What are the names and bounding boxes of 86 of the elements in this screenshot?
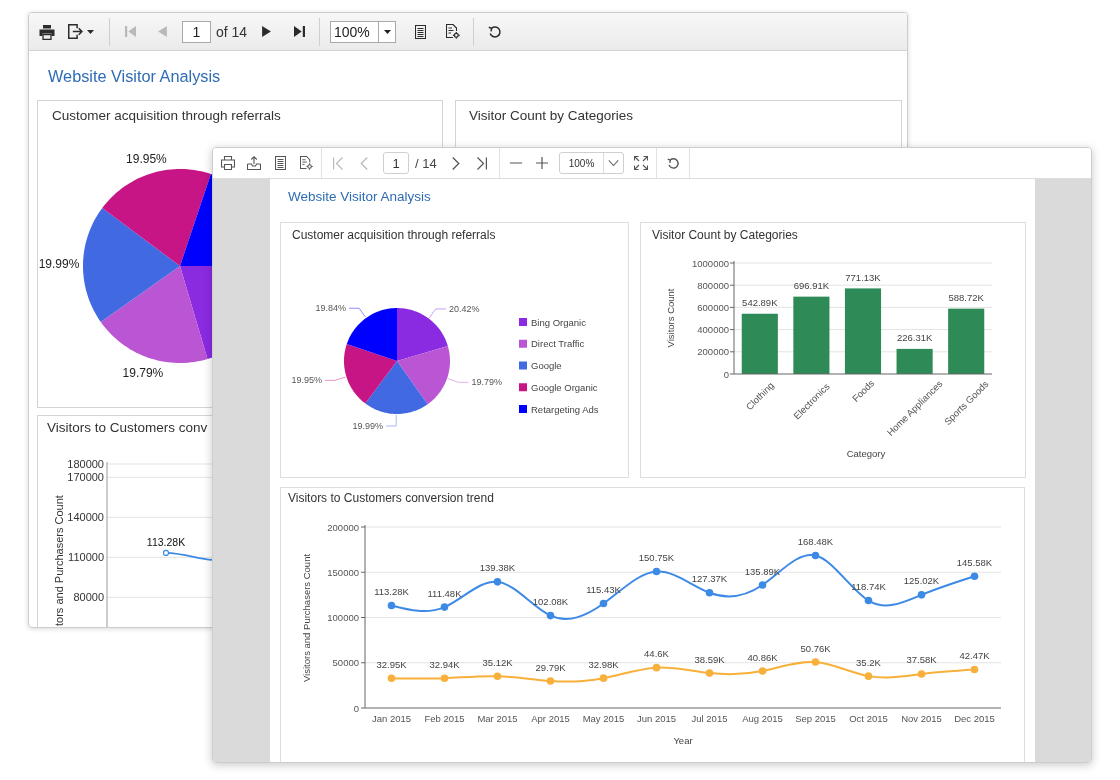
axis-tick-label: 400000 (697, 324, 729, 336)
data-label: 113.28K (146, 535, 186, 548)
axis-title: Year (673, 734, 693, 746)
data-label: 38.59K (694, 653, 725, 665)
data-label: 19.99% (38, 257, 80, 272)
axis-tick-label: 100000 (327, 612, 359, 623)
data-label: 42.47K (959, 650, 990, 662)
axis-tick-label: 0 (353, 702, 359, 714)
axis-tick-label: 0 (723, 368, 729, 380)
axis-tick-label: Aug 2015 (742, 712, 783, 724)
chart-title: Visitor Count by Categories (469, 107, 634, 125)
legend-label: Google Organic (531, 381, 598, 393)
data-label: 32.98K (588, 658, 619, 670)
axis-tick-label: Jun 2015 (636, 712, 677, 724)
data-label: 35.12K (482, 656, 513, 668)
axis-tick-label: Nov 2015 (901, 712, 942, 724)
report-title: Website Visitor Analysis (288, 188, 431, 206)
data-label: 588.72K (948, 292, 984, 304)
legend-label: Retargeting Ads (531, 403, 599, 415)
chart-title: Visitors to Customers conversion trend (288, 490, 494, 507)
data-label: 135.89K (744, 565, 781, 577)
chart-title: Customer acquisition through referrals (52, 107, 281, 125)
axis-tick-label: Apr 2015 (531, 712, 570, 724)
data-label: 113.28K (374, 586, 409, 597)
axis-title: tors and Purchasers Count (53, 495, 65, 626)
axis-tick-label: Feb 2015 (424, 712, 465, 724)
data-label: 696.91K (793, 280, 830, 292)
data-label: 542.89K (742, 297, 778, 309)
axis-title: Visitors Count (664, 288, 676, 348)
data-label: 20.42% (448, 303, 480, 314)
chart-title: Visitors to Customers conv (47, 419, 208, 437)
legend-label: Direct Traffic (531, 338, 585, 350)
data-label: 150.75K (638, 552, 675, 564)
data-label: 168.48K (797, 536, 834, 548)
data-label: 50.76K (800, 642, 831, 654)
axis-tick-label: 800000 (697, 279, 729, 291)
data-label: 19.79% (122, 365, 164, 380)
axis-tick-label: Mar 2015 (477, 712, 518, 724)
legend-label: Bing Organic (531, 316, 586, 328)
data-label: 19.95% (291, 375, 322, 386)
axis-tick-label: 600000 (697, 301, 729, 313)
axis-title: Visitors and Purchasers Count (300, 553, 312, 683)
axis-tick-label: 1000000 (692, 257, 729, 269)
axis-title: Category (846, 447, 886, 459)
data-label: 37.58K (906, 654, 937, 666)
data-label: 771.13K (845, 271, 881, 283)
data-label: 40.86K (747, 651, 778, 663)
legend-label: Google (531, 360, 562, 371)
page-count-label: / 14 (415, 155, 438, 171)
data-label: 19.99% (352, 421, 384, 431)
data-label: 127.37K (691, 573, 728, 585)
axis-tick-label: Jul 2015 (691, 712, 728, 724)
axis-tick-label: 80000 (73, 591, 104, 604)
chart-title: Customer acquisition through referrals (292, 227, 496, 244)
data-label: 44.6K (644, 648, 669, 660)
data-label: 115.43K (586, 584, 621, 596)
data-label: 19.95% (126, 151, 167, 166)
data-label: 125.02K (903, 575, 940, 587)
axis-tick-label: 170000 (67, 471, 104, 484)
data-label: 19.84% (315, 303, 347, 314)
axis-tick-label: Dec 2015 (954, 712, 995, 724)
axis-tick-label: 140000 (67, 511, 104, 524)
axis-tick-label: 150000 (327, 566, 359, 578)
axis-tick-label: Jan 2015 (371, 712, 412, 724)
axis-tick-label: Sep 2015 (795, 712, 836, 724)
data-label: 19.79% (471, 377, 502, 388)
data-label: 29.79K (535, 661, 566, 673)
data-label: 35.2K (856, 656, 881, 668)
data-label: 32.95K (376, 658, 407, 670)
data-label: 226.31K (896, 332, 933, 344)
data-label: 102.08K (532, 596, 569, 608)
data-label: 118.74K (851, 581, 886, 593)
report-title: Website Visitor Analysis (48, 66, 221, 86)
data-label: 145.58K (956, 556, 993, 568)
axis-tick-label: 200000 (697, 346, 729, 358)
data-label: 32.94K (429, 658, 460, 670)
axis-tick-label: May 2015 (582, 712, 625, 724)
page-count-label: of 14 (216, 23, 249, 40)
chart-title: Visitor Count by Categories (652, 227, 798, 244)
axis-tick-label: 180000 (67, 458, 104, 470)
axis-tick-label: 50000 (332, 657, 359, 669)
data-label: 111.48K (427, 587, 462, 599)
data-label: 139.38K (479, 562, 516, 574)
axis-tick-label: 200000 (327, 521, 359, 533)
axis-tick-label: 110000 (68, 551, 104, 564)
axis-tick-label: Oct 2015 (849, 712, 888, 724)
